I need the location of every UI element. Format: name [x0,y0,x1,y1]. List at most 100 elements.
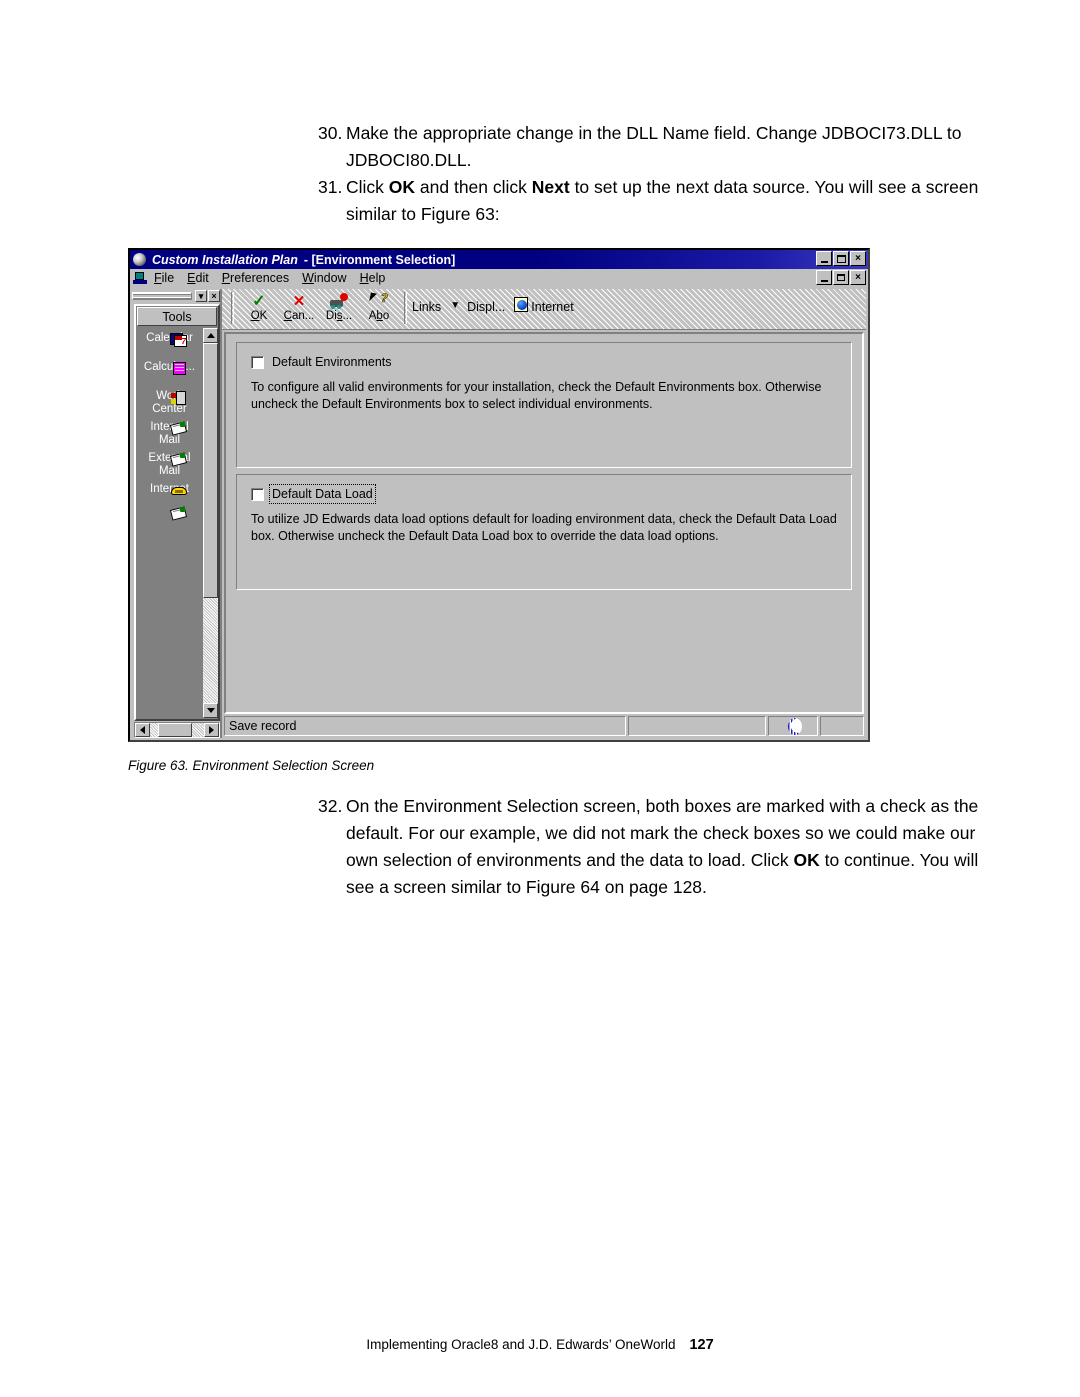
mdi-close-button[interactable]: × [850,270,866,285]
menu-item-window[interactable]: Window [302,271,346,285]
scroll-right-button[interactable] [204,723,219,737]
window-close-button[interactable]: × [850,251,866,266]
toolbar-internet-label[interactable]: Internet [531,292,573,316]
toolbar-button-ok-label: OK [250,310,268,322]
default-environments-row[interactable]: Default Environments [251,355,837,369]
hscroll-thumb[interactable] [158,723,192,737]
scroll-left-button[interactable] [135,723,150,737]
tools-vertical-scrollbar[interactable] [203,328,218,718]
step-30-text: Make the appropriate change in the DLL N… [346,123,962,170]
drag-grip-icon[interactable] [132,292,192,300]
triangle-down-icon [206,708,215,713]
menu-item-preferences[interactable]: Preferences [222,271,289,285]
toolbar-separator-mid [404,292,407,324]
toolbar-button-display[interactable]: Dis... [319,292,359,322]
menu-item-file[interactable]: File [154,271,174,285]
tool-item-internal-mail[interactable]: Internal Mail [137,421,202,447]
scroll-up-button[interactable] [203,328,218,343]
form-area: Default Environments To configure all va… [224,332,864,714]
close-icon: × [855,253,861,264]
figure-caption: Figure 63. Environment Selection Screen [128,758,375,773]
scrollbar-thumb[interactable] [203,343,218,598]
tool-item-internet[interactable]: Internet [137,483,202,496]
default-environments-label[interactable]: Default Environments [272,355,392,369]
chevron-down-icon[interactable]: ▼ [450,292,460,311]
step-32-number: 32. [318,796,343,816]
default-data-load-label[interactable]: Default Data Load [269,484,376,504]
minimize-icon [820,260,828,263]
toolbar-button-ok[interactable]: ✓ OK [239,292,279,322]
step-30-number: 30. [318,123,343,143]
toolbar-links-label[interactable]: Links [412,292,441,316]
menu-preferences-rest: references [230,270,290,285]
window-client-area: ▾ × Tools 7 Calendar Calcul [132,289,866,738]
mdi-document-icon [133,271,147,284]
menu-bar: File Edit Preferences Window Help × [130,269,868,287]
menu-item-edit[interactable]: Edit [187,271,209,285]
hscroll-track[interactable] [150,723,204,737]
group-default-environments: Default Environments To configure all va… [236,342,852,468]
status-pane-2 [628,716,766,736]
footer-book-title: Implementing Oracle8 and J.D. Edwards’ O… [366,1337,676,1352]
scroll-down-button[interactable] [203,703,218,718]
triangle-up-icon [206,333,215,338]
step-31-number: 31. [318,177,343,197]
toolbar-display-label[interactable]: Displ... [467,292,505,316]
toolbar-button-cancel[interactable]: ✕ Can... [279,292,319,322]
menu-window-rest: indow [313,270,347,285]
page-footer: Implementing Oracle8 and J.D. Edwards’ O… [0,1336,1080,1354]
mdi-minimize-icon [820,279,828,282]
window-maximize-button[interactable] [833,251,849,266]
group-default-data-load: Default Data Load To utilize JD Edwards … [236,474,852,590]
window-titlebar: Custom Installation Plan - [Environment … [130,250,868,269]
main-pane: ✓ OK ✕ Can... Dis... ? Abo Links ▼ Displ… [220,289,866,738]
tool-item-calculator-label: Calculat... [143,361,196,373]
step-31-part2: and then click [415,177,532,197]
application-window: Custom Installation Plan - [Environment … [128,248,870,742]
mdi-restore-icon [837,274,845,281]
arrow-question-icon: ? [359,291,399,310]
triangle-right-icon [209,726,214,734]
footer-page-number: 127 [689,1337,714,1353]
default-environments-checkbox[interactable] [251,355,264,369]
menu-file-rest: ile [161,270,175,285]
status-pane-globe [768,716,818,736]
application-icon [133,253,146,266]
tools-item-list: 7 Calendar Calculat... Work Center [137,328,202,718]
menu-item-help[interactable]: Help [360,271,386,285]
tools-panel-gripbar[interactable]: ▾ × [132,289,220,303]
toolbar-button-about[interactable]: ? Abo [359,291,399,322]
globe-icon [788,717,802,735]
triangle-left-icon [140,726,145,734]
step-32-text: On the Environment Selection screen, bot… [346,793,1008,901]
step-31-bold-next: Next [531,177,570,197]
default-data-load-row[interactable]: Default Data Load [251,484,837,504]
toolbar-separator-left [231,292,234,324]
step-31-text: Click OK and then click Next to set up t… [346,174,998,228]
mdi-restore-button[interactable] [833,270,849,285]
step-30: 30. Make the appropriate change in the D… [318,120,998,174]
tools-dropdown-button[interactable]: ▾ [195,290,207,302]
window-controls: × [816,251,866,266]
mdi-minimize-button[interactable] [816,270,832,285]
tool-item-calendar[interactable]: 7 Calendar [137,332,202,347]
step-31-bold-ok: OK [388,177,416,197]
tool-item-external-mail[interactable]: External Mail [137,452,202,478]
display-cart-icon [319,292,359,310]
menu-edit-rest: dit [195,270,209,285]
toolbar-button-display-label: Dis... [325,310,353,322]
window-minimize-button[interactable] [816,251,832,266]
toolbar: ✓ OK ✕ Can... Dis... ? Abo Links ▼ Displ… [222,289,866,330]
tool-item-work-center[interactable]: Work Center [137,390,202,416]
document-page: 30. Make the appropriate change in the D… [0,0,1080,1397]
tools-panel-header[interactable]: Tools [137,307,217,326]
tools-close-button[interactable]: × [208,290,220,302]
status-bar: Save record [224,716,864,736]
default-data-load-checkbox[interactable] [251,487,264,501]
tool-item-calculator[interactable]: Calculat... [137,361,202,375]
window-title-document: - [Environment Selection] [303,252,456,267]
toolbar-button-about-label: Abo [368,310,390,322]
toolbar-button-cancel-label: Can... [283,310,315,322]
figure-63: Custom Installation Plan - [Environment … [128,248,870,742]
tools-horizontal-scrollbar[interactable] [134,722,220,738]
